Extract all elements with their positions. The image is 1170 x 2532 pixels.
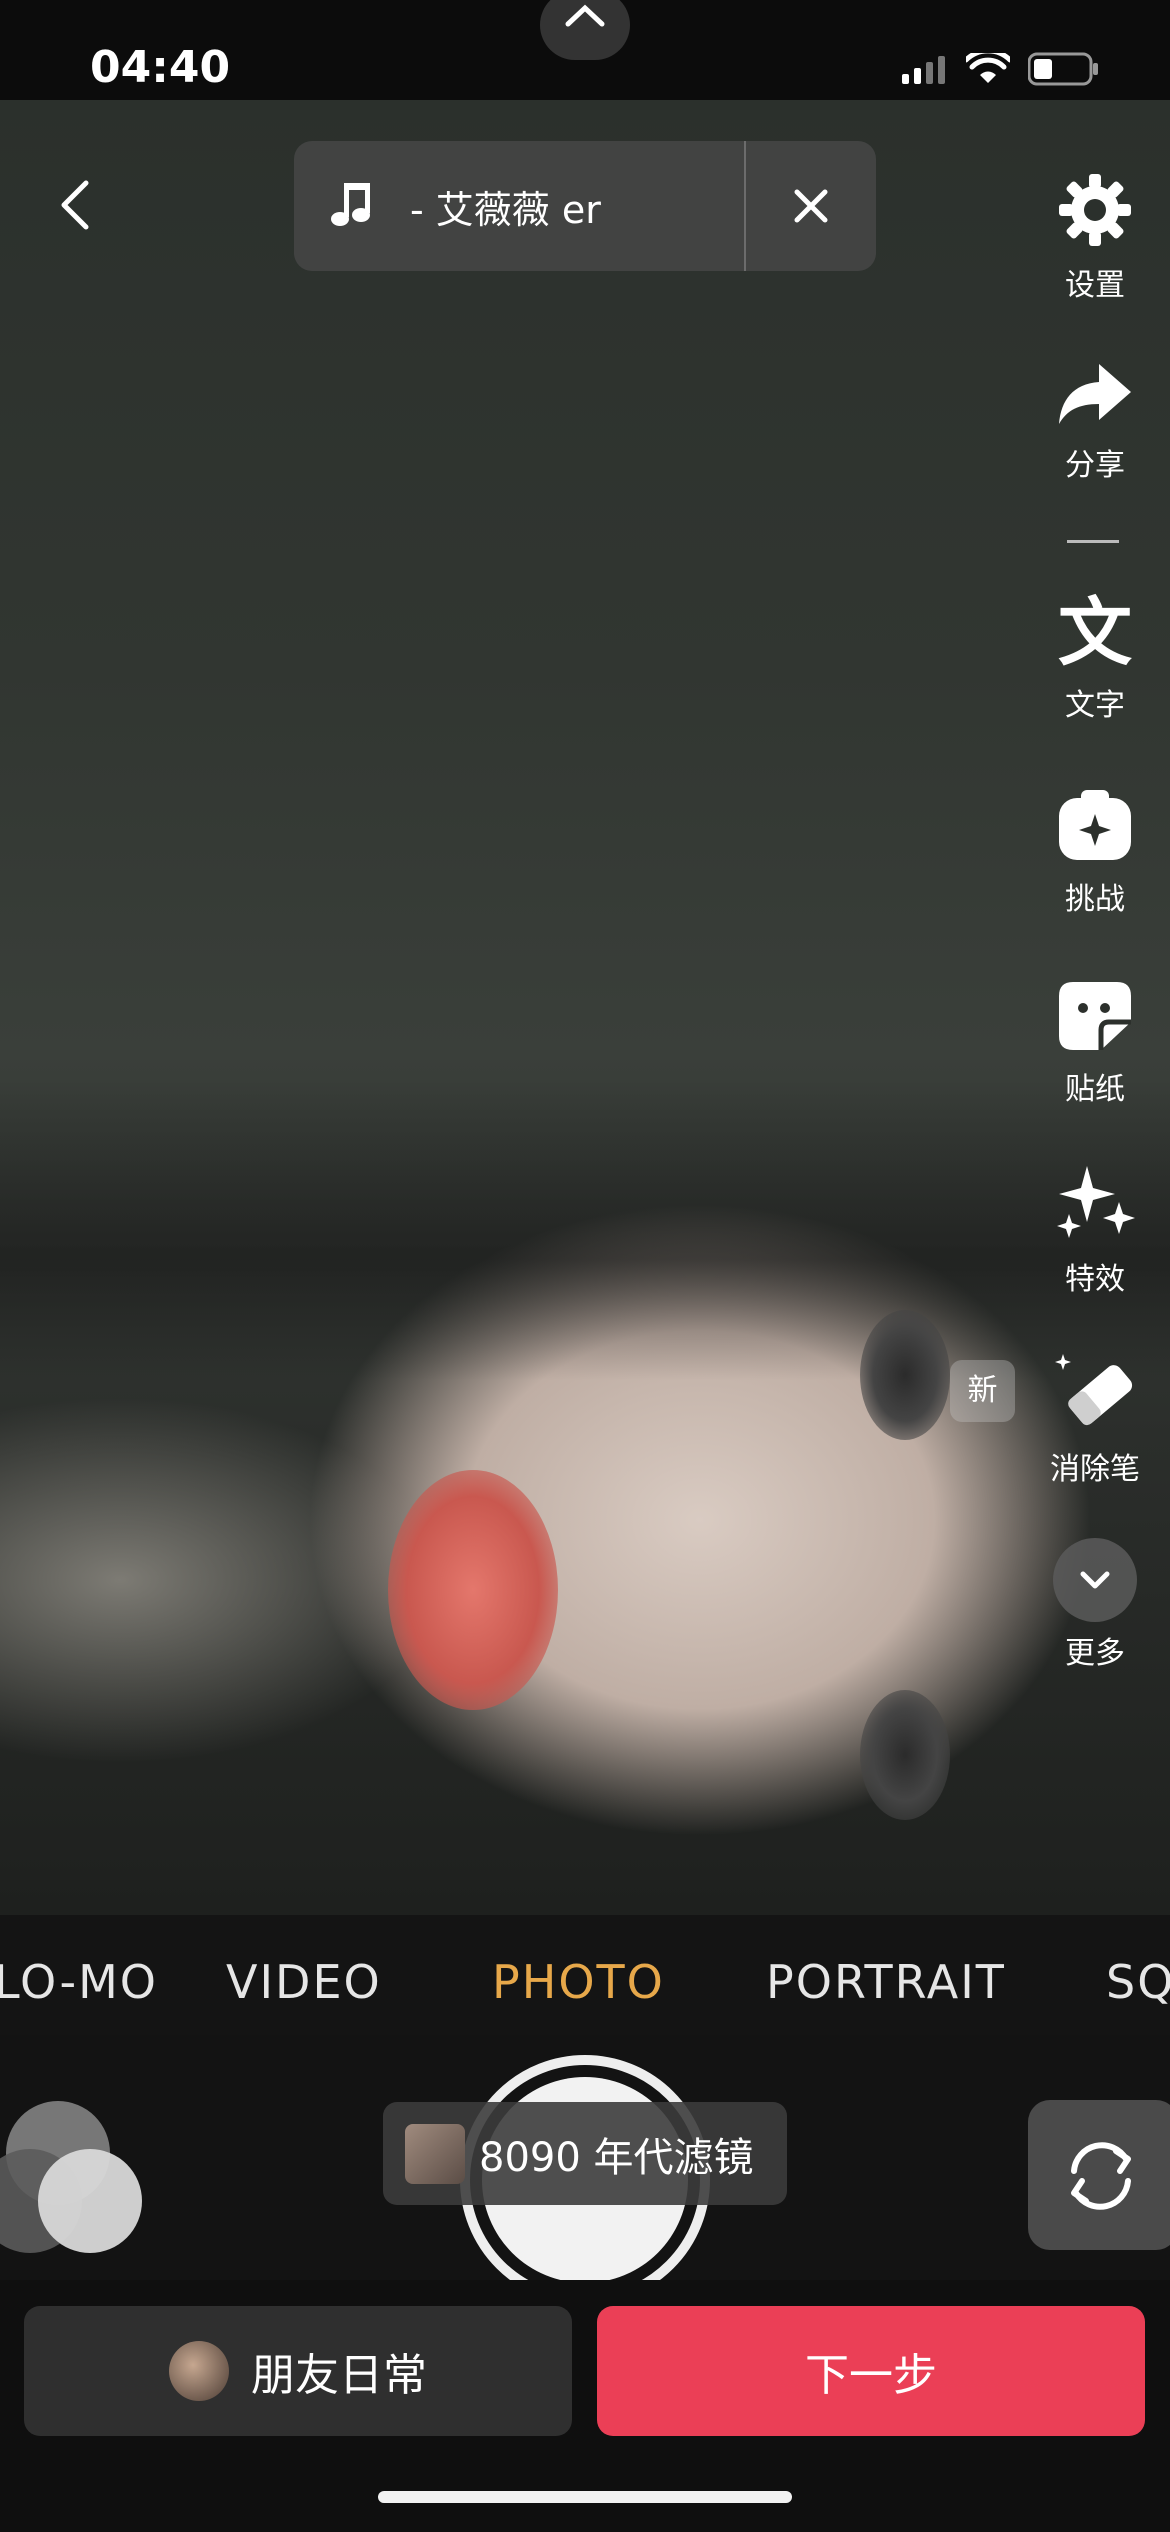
sticker-button[interactable]: 贴纸 [1020,978,1170,1108]
effects-label: 特效 [1065,1262,1125,1297]
more-label: 更多 [1065,1636,1125,1671]
sparkles-icon [1057,1166,1135,1238]
filter-chip[interactable]: 8090 年代滤镜 [383,2102,787,2205]
signal-icon [902,56,945,84]
challenge-label: 挑战 [1065,882,1125,917]
preview-lips [388,1470,558,1710]
text-icon: 文 [1058,590,1132,676]
chevron-down-icon [1080,1571,1110,1589]
eraser-button[interactable]: 消除笔 [1020,1350,1170,1488]
flip-camera-button[interactable] [1028,2100,1170,2250]
new-badge: 新 [950,1360,1015,1422]
status-icons [900,52,1100,86]
battery-icon [1028,52,1098,86]
mode-video[interactable]: VIDEO [226,1955,382,2009]
settings-button[interactable]: 设置 [1020,170,1170,304]
chevron-left-icon [61,180,89,230]
mode-square[interactable]: SQ [1106,1955,1170,2009]
music-remove-button[interactable] [746,141,876,271]
text-button[interactable]: 文 文字 [1020,590,1170,724]
status-time: 04:40 [90,42,231,93]
preview-eye [860,1310,950,1440]
sticker-label: 贴纸 [1065,1072,1125,1107]
more-circle [1053,1538,1137,1622]
mode-selector: LO-MO VIDEO PHOTO PORTRAIT SQ [0,1915,1170,2035]
share-arrow-icon [1059,364,1131,424]
status-bar: 04:40 [0,0,1170,100]
mode-slomo[interactable]: LO-MO [0,1955,158,2009]
wifi-icon [966,53,1010,83]
mode-portrait[interactable]: PORTRAIT [766,1955,1006,2009]
preview-eye [860,1690,950,1820]
text-label: 文字 [1065,688,1125,723]
sticker-icon [1059,982,1131,1050]
more-button[interactable]: 更多 [1020,1538,1170,1672]
music-selector[interactable]: - 艾薇薇 er [294,141,876,271]
share-label: 分享 [1065,448,1125,483]
chevron-up-icon [565,4,605,27]
capture-area: 8090 年代滤镜 [0,2035,1170,2305]
preview-shadow [0,1080,1170,1380]
music-title: - 艾薇薇 er [410,187,601,232]
toolbar-divider [1067,540,1119,543]
filter-circles-icon [0,2101,142,2253]
challenge-icon [1059,790,1131,860]
music-note-icon [330,179,410,233]
filter-thumbnail [405,2123,465,2184]
back-button[interactable] [48,175,108,235]
flip-camera-icon [1071,2142,1131,2210]
mode-photo[interactable]: PHOTO [492,1955,665,2009]
home-indicator[interactable] [378,2491,792,2503]
next-step-button[interactable]: 下一步 [597,2306,1145,2436]
avatar [169,2341,229,2401]
settings-label: 设置 [1065,268,1125,303]
friends-daily-label: 朋友日常 [251,2350,427,2401]
share-button[interactable]: 分享 [1020,360,1170,484]
eraser-label: 消除笔 [1050,1452,1140,1487]
pull-down-tab[interactable] [540,0,630,60]
eraser-icon [1055,1354,1133,1426]
filter-name: 8090 年代滤镜 [479,2134,754,2181]
filter-toggle-button[interactable] [0,2097,150,2257]
friends-daily-button[interactable]: 朋友日常 [24,2306,572,2436]
camera-preview [0,0,1170,1915]
gear-icon [1059,174,1131,246]
challenge-button[interactable]: 挑战 [1020,788,1170,918]
effects-button[interactable]: 特效 [1020,1160,1170,1298]
close-icon [794,189,828,223]
svg-text:文: 文 [1058,590,1132,670]
